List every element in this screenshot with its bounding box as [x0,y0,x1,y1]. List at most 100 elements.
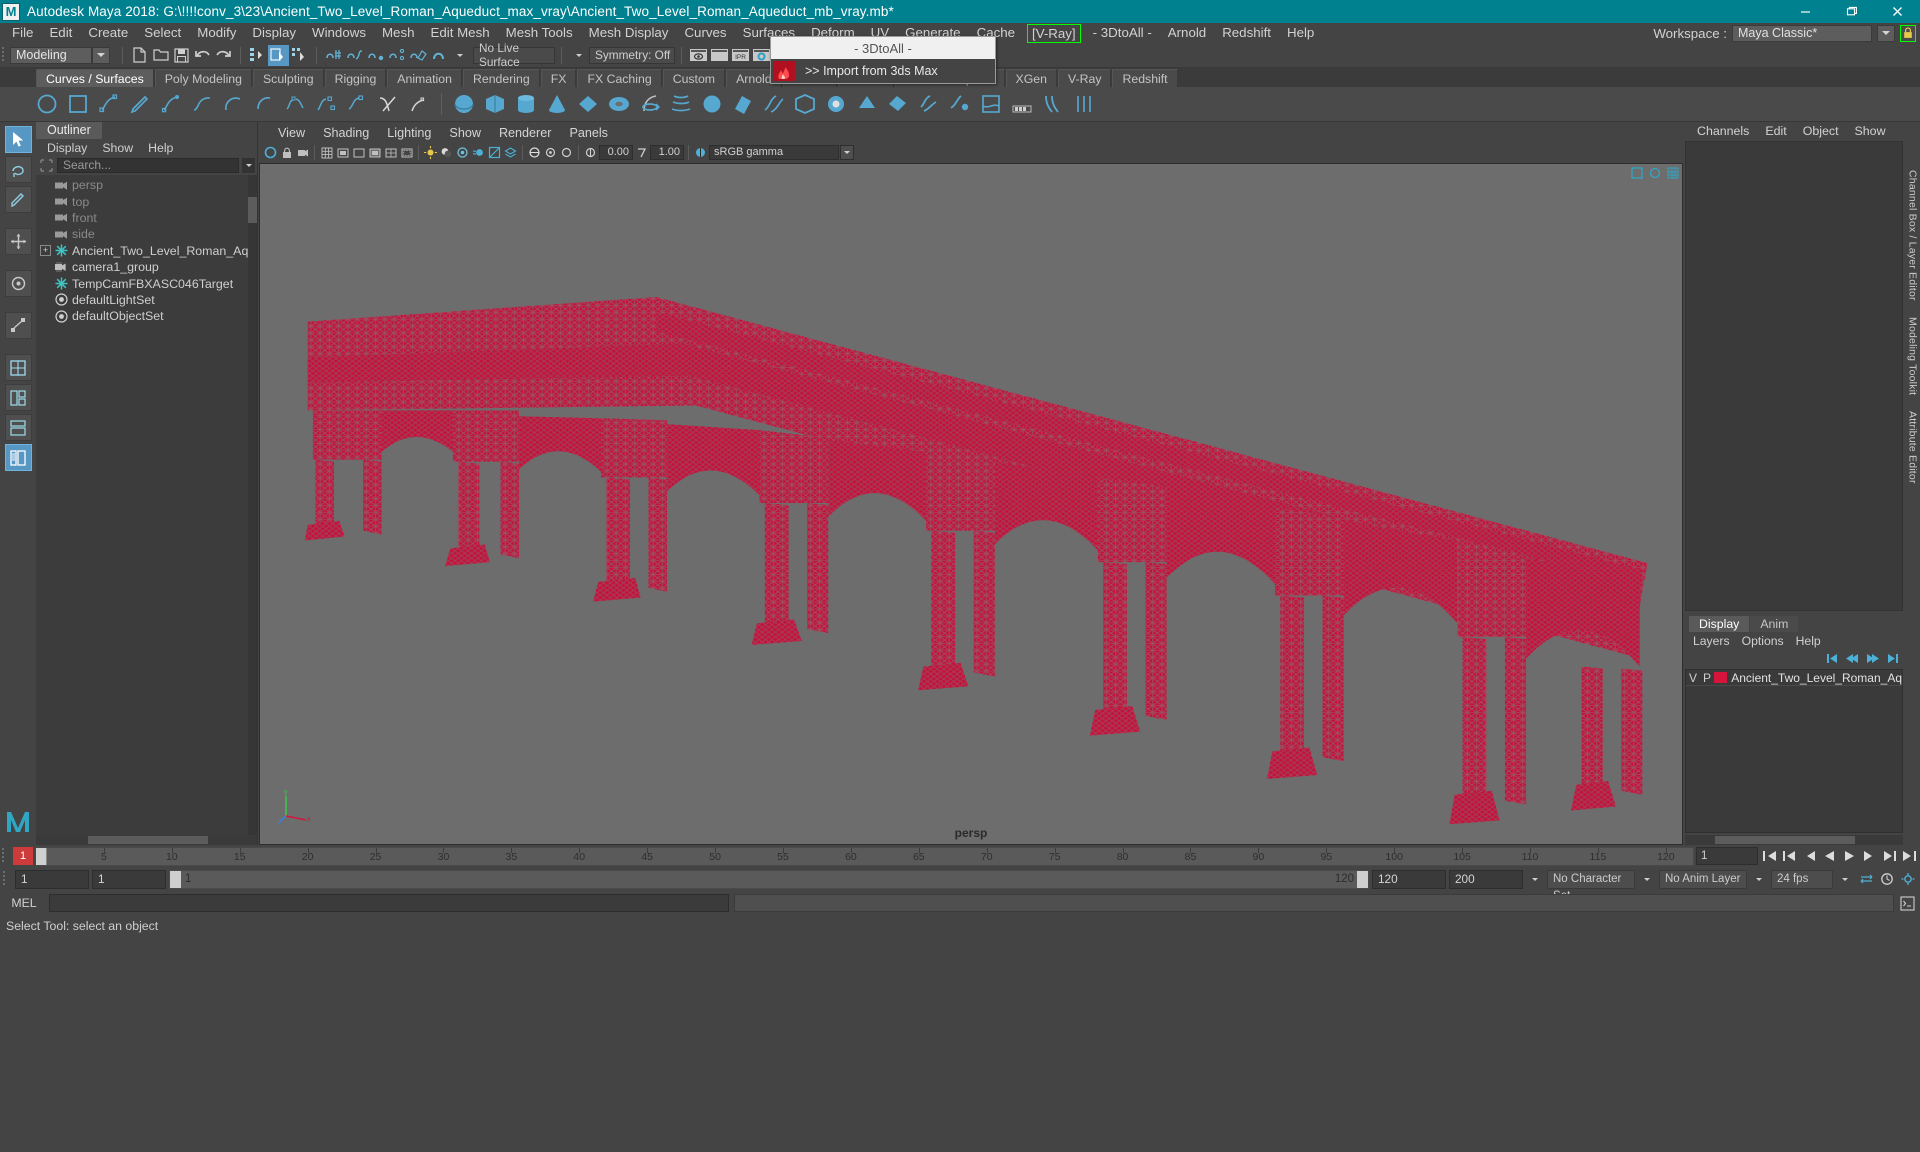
layer-menu-layers[interactable]: Layers [1688,634,1735,648]
menu-set-dropdown-arrow[interactable] [92,46,110,64]
snap-curve-icon[interactable] [344,45,365,66]
render-settings-icon[interactable] [751,45,772,66]
symmetry-dropdown-arrow[interactable] [568,45,589,66]
tab-channels[interactable]: Channels [1689,124,1757,138]
playback-speed-dropdown-arrow[interactable] [1836,870,1854,888]
film-gate-icon[interactable] [335,145,350,161]
time-slider-grip[interactable] [2,847,11,865]
color-space-dropdown-arrow[interactable] [840,145,854,160]
bevel-plus-icon[interactable] [885,91,911,117]
range-slider-grip[interactable] [3,870,12,888]
cone-icon[interactable] [544,91,570,117]
animation-end-time-field[interactable]: 200 [1449,869,1523,889]
select-object-icon[interactable] [268,44,289,66]
layer-color-swatch[interactable] [1714,672,1728,683]
viewport-camera-icon[interactable] [1648,166,1662,180]
cylinder-icon[interactable] [513,91,539,117]
birail-icon[interactable] [761,91,787,117]
select-hierarchy-icon[interactable] [247,45,268,66]
screen-space-ao-icon[interactable] [455,145,470,161]
layer-playback-toggle[interactable]: P [1700,671,1714,685]
scrollbar-thumb[interactable] [88,836,208,844]
snap-point-icon[interactable] [365,45,386,66]
list-item[interactable]: defaultObjectSet [36,308,257,324]
script-editor-icon[interactable] [1899,895,1916,912]
color-management-icon[interactable] [693,145,708,161]
select-camera-icon[interactable] [263,145,278,161]
close-button[interactable] [1874,0,1920,23]
gamma-icon[interactable] [634,145,649,161]
sphere-icon[interactable] [451,91,477,117]
viewport-grid-icon[interactable] [1666,166,1680,180]
minimize-button[interactable] [1782,0,1828,23]
vtab-channel-box-layer-editor[interactable]: Channel Box / Layer Editor [1907,162,1919,309]
menu-vray[interactable]: [V-Ray] [1027,23,1081,43]
shelf-tab-custom[interactable]: Custom [662,69,726,87]
menu-item-import-from-3ds-max[interactable]: >> Import from 3ds Max [771,59,995,83]
step-back-frame-icon[interactable] [1780,847,1798,865]
shelf-tab-sculpting[interactable]: Sculpting [252,69,324,87]
planar-icon[interactable] [699,91,725,117]
select-component-icon[interactable] [289,45,310,66]
intersect-surfaces-icon[interactable] [916,91,942,117]
shelf-tab-xgen[interactable]: XGen [1005,69,1057,87]
scrollbar-thumb[interactable] [1715,836,1855,844]
character-set-field[interactable]: No Character Set [1547,869,1635,902]
time-slider-playhead[interactable] [36,847,47,865]
filter-icon[interactable] [38,158,54,173]
character-set-dropdown-arrow[interactable] [1638,870,1656,888]
circle-curve-icon[interactable] [34,91,60,117]
outliner-menu-display[interactable]: Display [41,141,93,155]
menu-display[interactable]: Display [244,23,304,43]
select-tool[interactable] [4,126,32,153]
tab-display-layers[interactable]: Display [1689,616,1750,632]
layer-last-icon[interactable] [1885,652,1899,665]
restore-button[interactable] [1828,0,1874,23]
cv-curve-icon[interactable] [96,91,122,117]
two-pane-layout[interactable] [4,384,32,411]
vtab-modeling-toolkit[interactable]: Modeling Toolkit [1907,309,1919,403]
menu-redshift[interactable]: Redshift [1214,23,1279,43]
safe-action-icon[interactable] [399,145,414,161]
menu-set-select[interactable]: Modeling [10,46,92,64]
shelf-tab-curves-surfaces[interactable]: Curves / Surfaces [36,69,154,87]
menu-mesh[interactable]: Mesh [374,23,423,43]
boundary-icon[interactable] [792,91,818,117]
outliner-tab[interactable]: Outliner [36,122,102,139]
menu-create[interactable]: Create [80,23,136,43]
depth-peeling-icon[interactable] [503,145,518,161]
menu-help[interactable]: Help [1279,23,1322,43]
layer-menu-options[interactable]: Options [1737,634,1789,648]
play-forwards-icon[interactable] [1840,847,1858,865]
persp-outliner-layout[interactable] [4,444,32,471]
layer-menu-help[interactable]: Help [1791,634,1826,648]
resolution-gate-icon[interactable] [351,145,366,161]
paint-select-tool[interactable] [4,186,32,213]
move-tool[interactable] [4,228,32,255]
bezier-curve-icon[interactable] [189,91,215,117]
display-layer-list[interactable]: V P Ancient_Two_Level_Roman_Aq [1685,669,1903,833]
toolbar-grip[interactable] [2,44,10,66]
step-forward-frame-icon[interactable] [1880,847,1898,865]
lock-icon[interactable] [1900,24,1916,42]
vtab-attribute-editor[interactable]: Attribute Editor [1907,403,1919,492]
list-item[interactable]: defaultLightSet [36,292,257,308]
layer-prev-icon[interactable] [1845,652,1859,665]
workspace-select[interactable]: Maya Classic* [1732,24,1872,42]
lasso-select-tool[interactable] [4,156,32,183]
animation-start-time-field[interactable]: 1 [15,869,89,889]
plane-icon[interactable] [575,91,601,117]
scrollbar-thumb[interactable] [248,197,257,223]
menu-3dtoall[interactable]: - 3DtoAll - [1085,23,1160,43]
use-all-lights-icon[interactable] [423,145,438,161]
viewport-menu-show[interactable]: Show [440,126,490,140]
playback-speed-field[interactable]: 24 fps [1771,869,1833,889]
xray-active-components-icon[interactable] [559,145,574,161]
lock-camera-icon[interactable] [279,145,294,161]
bevel-icon[interactable] [854,91,880,117]
list-item[interactable]: top [36,193,257,209]
four-pane-layout[interactable] [4,414,32,441]
curve-fillet-icon[interactable] [375,91,401,117]
range-slider-bar[interactable]: 1 120 [169,869,1369,889]
list-item[interactable]: persp [36,177,257,193]
